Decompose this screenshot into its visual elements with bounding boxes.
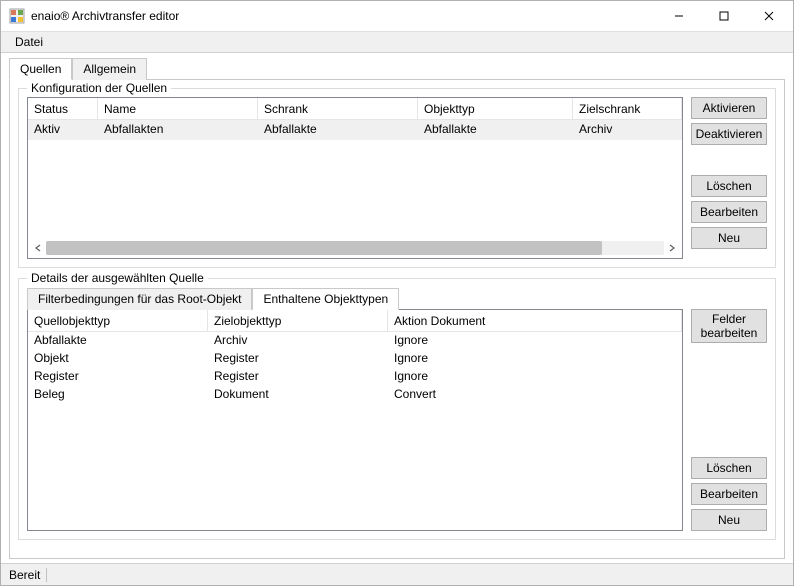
cell-aktion: Convert (388, 386, 682, 404)
col-quellobjekttyp[interactable]: Quellobjekttyp (28, 310, 208, 331)
col-status[interactable]: Status (28, 98, 98, 119)
group-details: Details der ausgewählten Quelle Filterbe… (18, 278, 776, 540)
col-objekttyp[interactable]: Objekttyp (418, 98, 573, 119)
cell-ziel: Archiv (208, 332, 388, 350)
menu-file[interactable]: Datei (7, 33, 51, 51)
cell-quell: Register (28, 368, 208, 386)
cell-quell: Beleg (28, 386, 208, 404)
tab-general[interactable]: Allgemein (72, 58, 147, 80)
cell-ziel: Register (208, 350, 388, 368)
app-window: enaio® Archivtransfer editor Datei Quell… (0, 0, 794, 586)
new-detail-button[interactable]: Neu (691, 509, 767, 531)
table-row[interactable]: Abfallakte Archiv Ignore (28, 332, 682, 350)
close-button[interactable] (746, 2, 791, 30)
sources-buttons: Aktivieren Deaktivieren Löschen Bearbeit… (691, 97, 767, 259)
spacer (691, 347, 767, 453)
cell-quell: Objekt (28, 350, 208, 368)
menubar: Datei (1, 31, 793, 53)
cell-aktion: Ignore (388, 332, 682, 350)
cell-aktion: Ignore (388, 350, 682, 368)
table-row[interactable]: Aktiv Abfallakten Abfallakte Abfallakte … (28, 120, 682, 140)
group-sources-title: Konfiguration der Quellen (27, 81, 171, 95)
table-row[interactable]: Beleg Dokument Convert (28, 386, 682, 404)
col-zielobjekttyp[interactable]: Zielobjekttyp (208, 310, 388, 331)
table-row[interactable]: Register Register Ignore (28, 368, 682, 386)
details-buttons: Felder bearbeiten Löschen Bearbeiten Neu (691, 309, 767, 531)
cell-schrank: Abfallakte (258, 120, 418, 140)
statusbar: Bereit (1, 563, 793, 585)
scroll-track[interactable] (46, 241, 664, 255)
activate-button[interactable]: Aktivieren (691, 97, 767, 119)
status-text: Bereit (9, 568, 40, 582)
tab-filter-conditions[interactable]: Filterbedingungen für das Root-Objekt (27, 288, 252, 310)
group-sources-config: Konfiguration der Quellen Status Name Sc… (18, 88, 776, 268)
col-schrank[interactable]: Schrank (258, 98, 418, 119)
maximize-button[interactable] (701, 2, 746, 30)
spacer (691, 149, 767, 171)
tab-sources[interactable]: Quellen (9, 58, 72, 80)
tab-content-sources: Konfiguration der Quellen Status Name Sc… (9, 79, 785, 559)
status-separator (46, 568, 47, 582)
details-table[interactable]: Quellobjekttyp Zielobjekttyp Aktion Doku… (27, 309, 683, 531)
delete-detail-button[interactable]: Löschen (691, 457, 767, 479)
window-title: enaio® Archivtransfer editor (31, 9, 656, 23)
edit-source-button[interactable]: Bearbeiten (691, 201, 767, 223)
scroll-right-icon[interactable] (664, 240, 680, 256)
scroll-thumb[interactable] (46, 241, 602, 255)
col-name[interactable]: Name (98, 98, 258, 119)
app-icon (9, 8, 25, 24)
edit-detail-button[interactable]: Bearbeiten (691, 483, 767, 505)
details-subtabs: Filterbedingungen für das Root-Objekt En… (27, 287, 767, 309)
table-row[interactable]: Objekt Register Ignore (28, 350, 682, 368)
col-zielschrank[interactable]: Zielschrank (573, 98, 682, 119)
cell-status: Aktiv (28, 120, 98, 140)
new-source-button[interactable]: Neu (691, 227, 767, 249)
cell-name: Abfallakten (98, 120, 258, 140)
details-table-header: Quellobjekttyp Zielobjekttyp Aktion Doku… (28, 310, 682, 332)
col-aktion[interactable]: Aktion Dokument (388, 310, 682, 331)
tab-contained-types[interactable]: Enthaltene Objekttypen (252, 288, 399, 310)
scroll-left-icon[interactable] (30, 240, 46, 256)
main-tabs: Quellen Allgemein (9, 57, 793, 79)
cell-quell: Abfallakte (28, 332, 208, 350)
group-details-title: Details der ausgewählten Quelle (27, 271, 208, 285)
cell-zielschrank: Archiv (573, 120, 682, 140)
sources-table[interactable]: Status Name Schrank Objekttyp Zielschran… (27, 97, 683, 259)
cell-aktion: Ignore (388, 368, 682, 386)
cell-ziel: Dokument (208, 386, 388, 404)
horizontal-scrollbar[interactable] (30, 240, 680, 256)
cell-objekttyp: Abfallakte (418, 120, 573, 140)
cell-ziel: Register (208, 368, 388, 386)
deactivate-button[interactable]: Deaktivieren (691, 123, 767, 145)
minimize-button[interactable] (656, 2, 701, 30)
edit-fields-button[interactable]: Felder bearbeiten (691, 309, 767, 343)
window-controls (656, 2, 791, 30)
delete-source-button[interactable]: Löschen (691, 175, 767, 197)
titlebar: enaio® Archivtransfer editor (1, 1, 793, 31)
sources-table-header: Status Name Schrank Objekttyp Zielschran… (28, 98, 682, 120)
